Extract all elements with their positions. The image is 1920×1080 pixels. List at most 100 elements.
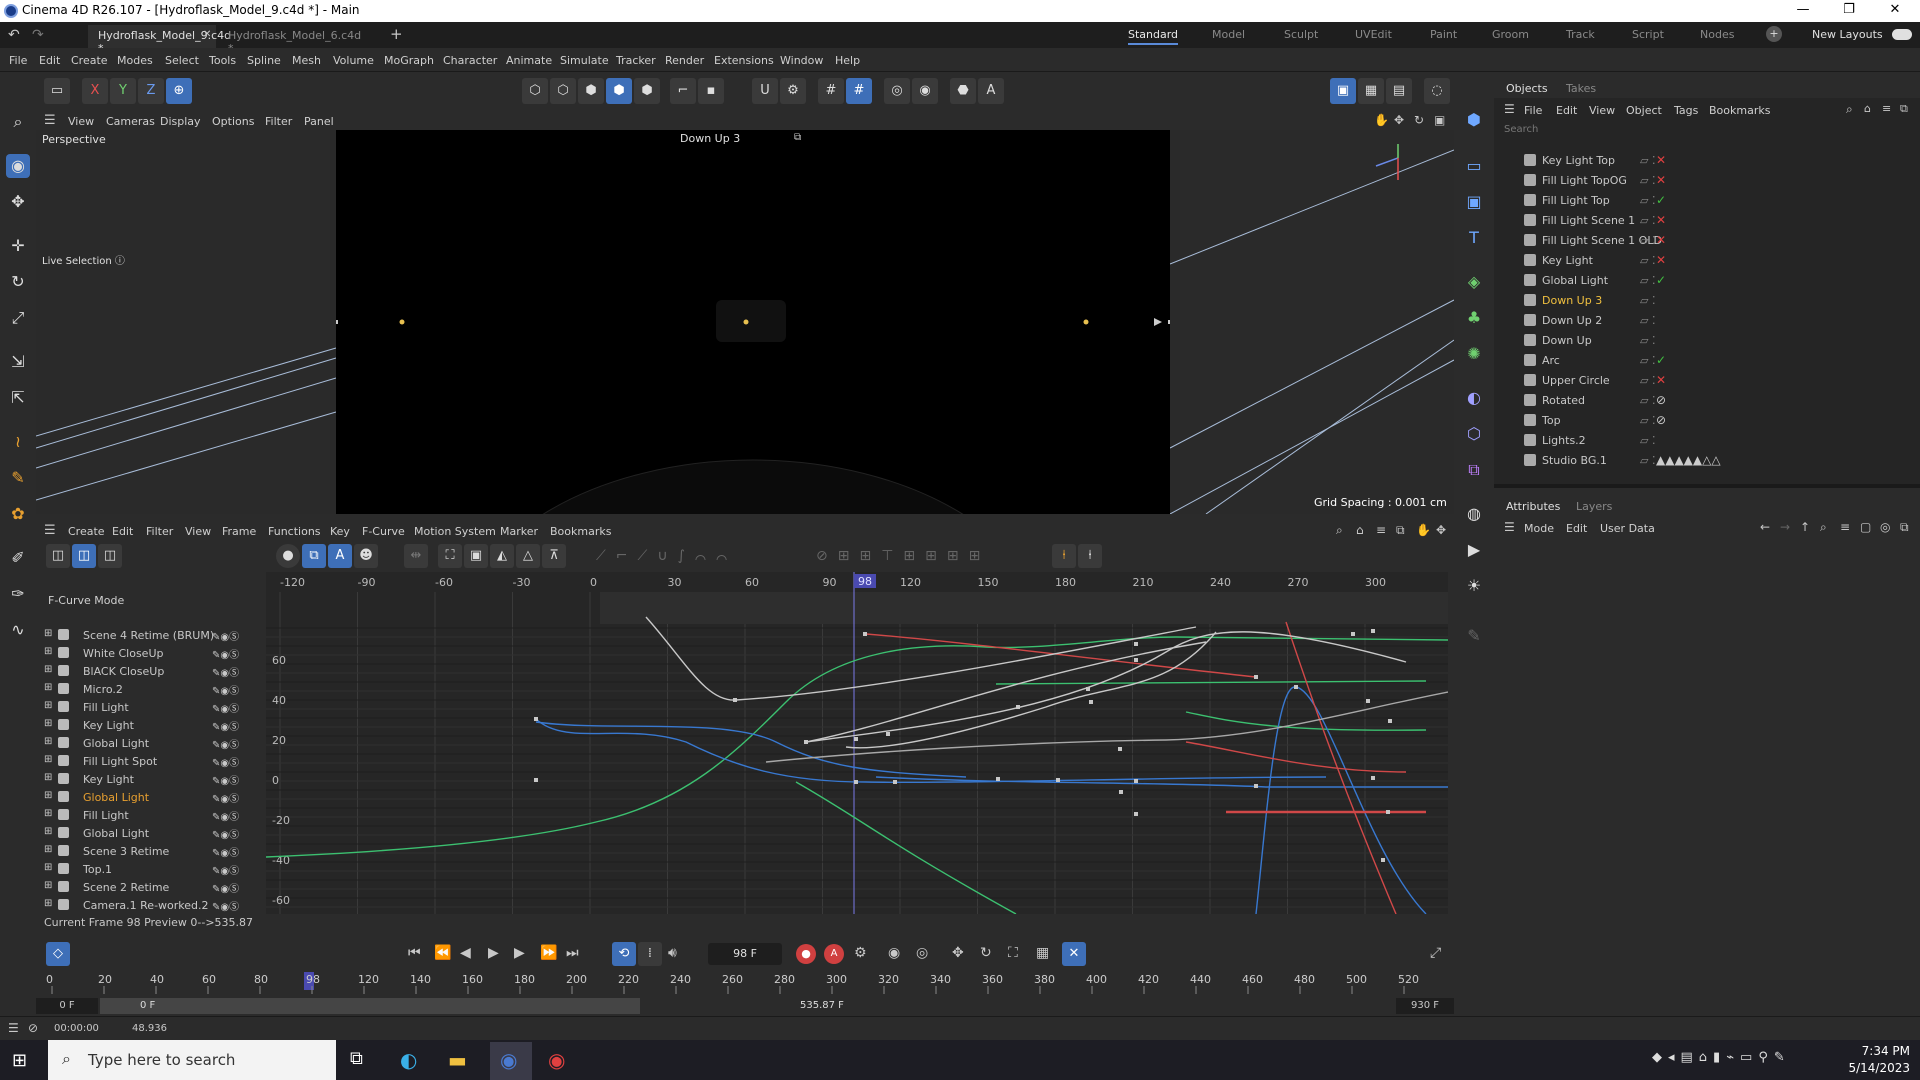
object-tag-icon[interactable]: ✕ bbox=[1656, 153, 1666, 167]
track-controls-icon[interactable]: ✎◉Ⓢ bbox=[212, 808, 239, 823]
track-row[interactable]: ⊞ Key Light ✎◉Ⓢ bbox=[36, 716, 266, 734]
object-tag-icon[interactable]: ✕ bbox=[1656, 173, 1666, 187]
visibility-toggle-icon[interactable]: ▱ ⁚ bbox=[1640, 274, 1655, 287]
object-tag-icon[interactable]: ▲▲▲▲▲△△ bbox=[1656, 453, 1721, 467]
expand-track-icon[interactable]: ⊞ bbox=[44, 826, 52, 837]
tl-menu-frame[interactable]: Frame bbox=[222, 525, 256, 538]
track-controls-icon[interactable]: ✎◉Ⓢ bbox=[212, 898, 239, 913]
obj-menu-view[interactable]: View bbox=[1589, 104, 1615, 117]
attributes-hamburger-icon[interactable]: ☰ bbox=[1504, 520, 1515, 534]
object-row[interactable]: Fill Light TopOG ▱ ⁚ ✕ bbox=[1494, 170, 1920, 190]
tab-takes[interactable]: Takes bbox=[1566, 82, 1596, 95]
visibility-toggle-icon[interactable]: ▱ ⁚ bbox=[1640, 154, 1655, 167]
record-icon[interactable]: ● bbox=[796, 944, 816, 964]
timeline-hamburger-icon[interactable]: ☰ bbox=[44, 523, 56, 538]
menu-create[interactable]: Create bbox=[71, 54, 108, 67]
track-row[interactable]: ⊞ Scene 3 Retime ✎◉Ⓢ bbox=[36, 842, 266, 860]
layout-uvedit[interactable]: UVEdit bbox=[1355, 28, 1392, 41]
visibility-toggle-icon[interactable]: ▱ ⁚ bbox=[1640, 434, 1655, 447]
scale-icon[interactable]: ⤢ bbox=[6, 306, 30, 330]
layout-nodes[interactable]: Nodes bbox=[1700, 28, 1734, 41]
auto-keying-icon[interactable]: A bbox=[978, 78, 1004, 104]
only-selected-icon[interactable]: ☻ bbox=[354, 544, 378, 568]
expand-track-icon[interactable]: ⊞ bbox=[44, 700, 52, 711]
grid-icon[interactable]: # bbox=[818, 78, 844, 104]
menu-simulate[interactable]: Simulate bbox=[560, 54, 609, 67]
vp-menu-panel[interactable]: Panel bbox=[304, 115, 334, 128]
edges-mode-icon[interactable]: ⬡ bbox=[550, 78, 576, 104]
tab-attributes[interactable]: Attributes bbox=[1506, 500, 1560, 513]
y-axis-button[interactable]: Y bbox=[110, 78, 136, 104]
maximize-icon[interactable]: ❐ bbox=[1826, 0, 1872, 22]
expand-track-icon[interactable]: ⊞ bbox=[44, 736, 52, 747]
object-tag-icon[interactable]: ⊘ bbox=[1656, 413, 1666, 427]
move-icon[interactable]: ✛ bbox=[6, 234, 30, 258]
expand-track-icon[interactable]: ⊞ bbox=[44, 880, 52, 891]
viewport-hamburger-icon[interactable]: ☰ bbox=[44, 113, 56, 128]
track-row[interactable]: ⊞ BlACK CloseUp ✎◉Ⓢ bbox=[36, 662, 266, 680]
visibility-toggle-icon[interactable]: ▱ ⁚ bbox=[1640, 314, 1655, 327]
spline-pen-icon[interactable]: ∿ bbox=[6, 618, 30, 642]
attr-menu-mode[interactable]: Mode bbox=[1524, 522, 1554, 535]
key-point-icon[interactable]: ▦ bbox=[1036, 945, 1049, 961]
transform-icon[interactable]: ⇲ bbox=[6, 350, 30, 374]
deformer-icon[interactable]: ◐ bbox=[1462, 386, 1486, 410]
attr-new-icon[interactable]: ◎ bbox=[1880, 520, 1890, 534]
expand-track-icon[interactable]: ⊞ bbox=[44, 646, 52, 657]
tl-move-icon[interactable]: ✥ bbox=[1436, 523, 1446, 537]
texture-mode-icon[interactable]: ▪ bbox=[698, 78, 724, 104]
attr-menu-edit[interactable]: Edit bbox=[1566, 522, 1587, 535]
key-interpolation-icon[interactable]: ✕ bbox=[1062, 942, 1086, 966]
track-controls-icon[interactable]: ✎◉Ⓢ bbox=[212, 646, 239, 661]
expand-track-icon[interactable]: ⊞ bbox=[44, 682, 52, 693]
track-controls-icon[interactable]: ✎◉Ⓢ bbox=[212, 736, 239, 751]
layout-script[interactable]: Script bbox=[1632, 28, 1664, 41]
tl-menu-view[interactable]: View bbox=[185, 525, 211, 538]
attr-lock-icon[interactable]: ▢ bbox=[1860, 520, 1871, 534]
object-row[interactable]: Down Up 3 ▱ ⁚ bbox=[1494, 290, 1920, 310]
tl-search-icon[interactable]: ⌕ bbox=[1336, 523, 1343, 538]
play-icon[interactable]: ▶ bbox=[488, 945, 499, 961]
brush-icon[interactable]: ✐ bbox=[6, 546, 30, 570]
current-frame-field[interactable]: 98 F bbox=[708, 943, 782, 965]
cube-primitive-icon[interactable]: ⬢ bbox=[1462, 108, 1486, 132]
model-mode-icon[interactable]: ▭ bbox=[44, 78, 70, 104]
object-row[interactable]: Global Light ▱ ⁚ ✓ bbox=[1494, 270, 1920, 290]
attr-filter-icon[interactable]: ≡ bbox=[1840, 520, 1850, 534]
object-tag-icon[interactable]: ✓ bbox=[1656, 353, 1666, 367]
layout-toggle[interactable] bbox=[1892, 29, 1912, 40]
object-row[interactable]: Top ▱ ⁚ ⊘ bbox=[1494, 410, 1920, 430]
undo-icon[interactable]: ↶ bbox=[8, 27, 20, 43]
key-rotation-icon[interactable]: ◎ bbox=[916, 945, 928, 961]
previous-frame-icon[interactable]: ◀ bbox=[460, 945, 471, 961]
object-tag-icon[interactable]: ✓ bbox=[1656, 273, 1666, 287]
fcurve-graph[interactable]: -120 -90 -60 -30 0 30 60 90 120 150 180 210 240 270 30… bbox=[266, 572, 1448, 914]
start-frame-field[interactable]: 0 F bbox=[36, 998, 98, 1014]
track-row[interactable]: ⊞ Top.1 ✎◉Ⓢ bbox=[36, 860, 266, 878]
cloner-icon[interactable]: ♣ bbox=[1462, 306, 1486, 330]
ruler-canvas[interactable]: 0 20 40 60 80 98 120 140 160 180 200 220 240 260 280 30… bbox=[36, 970, 1454, 994]
menu-mesh[interactable]: Mesh bbox=[292, 54, 321, 67]
obj-menu-object[interactable]: Object bbox=[1626, 104, 1662, 117]
objects-scrollbar[interactable] bbox=[1494, 484, 1920, 488]
auto-mode-icon[interactable]: A bbox=[328, 544, 352, 568]
chrome-icon[interactable]: ◉ bbox=[548, 1048, 565, 1072]
objects-search-input[interactable]: Search bbox=[1504, 124, 1910, 140]
menu-character[interactable]: Character bbox=[443, 54, 497, 67]
object-row[interactable]: Studio BG.1 ▱ ⁚ ▲▲▲▲▲△△ bbox=[1494, 450, 1920, 470]
loop-icon[interactable]: ⟲ bbox=[612, 942, 636, 966]
track-controls-icon[interactable]: ✎◉Ⓢ bbox=[212, 718, 239, 733]
object-row[interactable]: Upper Circle ▱ ⁚ ✕ bbox=[1494, 370, 1920, 390]
render-view-icon[interactable]: ▣ bbox=[1330, 78, 1356, 104]
expand-track-icon[interactable]: ⊞ bbox=[44, 844, 52, 855]
windows-start-icon[interactable]: ⊞ bbox=[12, 1050, 27, 1071]
cinema4d-taskbar-icon[interactable]: ◉ bbox=[500, 1048, 517, 1072]
object-row[interactable]: Fill Light Top ▱ ⁚ ✓ bbox=[1494, 190, 1920, 210]
visibility-toggle-icon[interactable]: ▱ ⁚ bbox=[1640, 254, 1655, 267]
track-controls-icon[interactable]: ✎◉Ⓢ bbox=[212, 826, 239, 841]
placement-icon[interactable]: ⇱ bbox=[6, 386, 30, 410]
key-mode-icon[interactable]: ● bbox=[276, 544, 300, 568]
viewport-maximize-icon[interactable]: ▣ bbox=[1434, 113, 1445, 127]
file-explorer-icon[interactable]: ▬ bbox=[448, 1048, 467, 1072]
track-controls-icon[interactable]: ✎◉Ⓢ bbox=[212, 790, 239, 805]
